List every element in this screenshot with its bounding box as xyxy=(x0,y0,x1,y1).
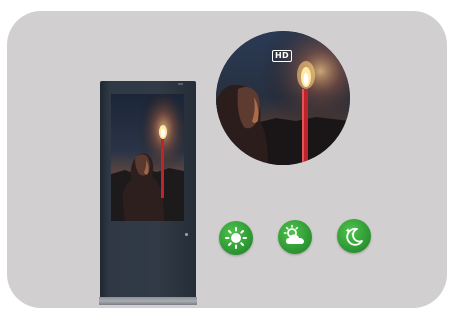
night-mode-button[interactable] xyxy=(337,219,371,253)
sunny-mode-button[interactable] xyxy=(219,221,253,255)
kiosk-screen-image xyxy=(111,94,184,221)
kiosk-camera xyxy=(178,83,183,85)
moon-stars-icon xyxy=(345,227,363,246)
kiosk-base xyxy=(99,297,197,305)
cloudy-mode-button[interactable] xyxy=(278,220,312,254)
hd-badge: HD xyxy=(272,50,292,62)
partly-cloudy-icon xyxy=(283,224,304,244)
sun-icon xyxy=(225,227,247,249)
portrait-with-candle-image xyxy=(111,94,184,221)
kiosk-display xyxy=(99,81,197,305)
kiosk-sensor xyxy=(185,233,188,236)
